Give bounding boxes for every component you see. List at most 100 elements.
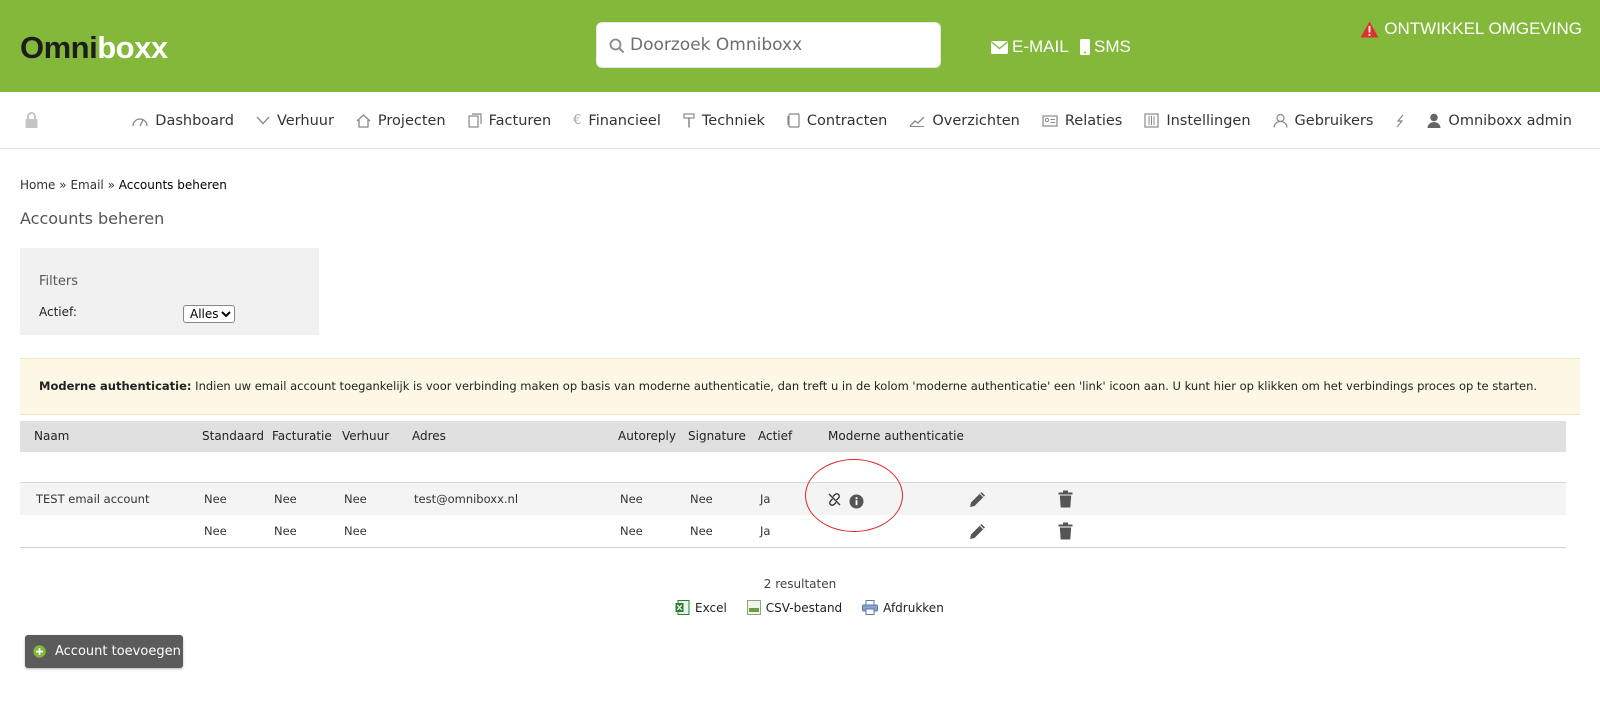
export-csv-link[interactable]: CSV-bestand bbox=[746, 600, 843, 615]
envelope-icon bbox=[991, 40, 1008, 54]
chevron-down-icon bbox=[256, 116, 270, 125]
breadcrumb: Home » Email » Accounts beheren bbox=[20, 178, 227, 192]
cell-verhuur: Nee bbox=[344, 524, 367, 538]
nav-label: Overzichten bbox=[932, 112, 1020, 129]
cell-standaard: Nee bbox=[204, 492, 227, 506]
euro-icon: € bbox=[573, 113, 582, 128]
nav-gebruikers[interactable]: Gebruikers bbox=[1272, 112, 1374, 129]
highlight-circle-annotation bbox=[805, 459, 903, 532]
export-excel-link[interactable]: Excel bbox=[675, 600, 727, 615]
pencil-edit-icon[interactable] bbox=[969, 522, 987, 540]
add-account-button[interactable]: Account toevoegen bbox=[25, 635, 183, 668]
nav-overzichten[interactable]: Overzichten bbox=[909, 112, 1020, 129]
table-row[interactable]: Nee Nee Nee Nee Nee Ja bbox=[20, 515, 1566, 548]
notice-text: Indien uw email account toegankelijk is … bbox=[191, 379, 1538, 393]
trend-icon bbox=[909, 115, 925, 127]
actief-filter-label: Actief: bbox=[39, 305, 77, 319]
column-header-moderne-authenticatie[interactable]: Moderne authenticatie bbox=[828, 421, 964, 452]
sliders-icon bbox=[1144, 113, 1159, 128]
nav-contracten[interactable]: Contracten bbox=[787, 112, 888, 129]
logo-part-dark: Omni bbox=[20, 30, 98, 65]
id-card-icon bbox=[1042, 114, 1058, 127]
trash-icon[interactable] bbox=[1058, 522, 1073, 540]
search-input[interactable] bbox=[630, 31, 930, 59]
export-options: Excel CSV-bestand Afdrukken bbox=[675, 600, 944, 615]
nav-facturen[interactable]: Facturen bbox=[468, 113, 551, 129]
export-csv-label: CSV-bestand bbox=[765, 600, 843, 615]
omniboxx-logo[interactable]: Omniboxx bbox=[20, 30, 168, 66]
actief-filter-select[interactable]: Alles bbox=[183, 305, 235, 323]
column-header-facturatie[interactable]: Facturatie bbox=[272, 421, 332, 452]
contract-icon bbox=[787, 113, 800, 128]
cell-naam: TEST email account bbox=[36, 492, 150, 506]
search-icon bbox=[609, 38, 625, 54]
breadcrumb-current: Accounts beheren bbox=[118, 178, 227, 192]
user-outline-icon bbox=[1272, 113, 1288, 128]
cell-facturatie: Nee bbox=[274, 492, 297, 506]
results-count: 2 resultaten bbox=[763, 577, 837, 591]
nav-financieel[interactable]: € Financieel bbox=[573, 113, 661, 129]
filters-title: Filters bbox=[39, 274, 78, 289]
nav-instellingen[interactable]: Instellingen bbox=[1144, 112, 1251, 129]
page-title: Accounts beheren bbox=[20, 209, 165, 228]
nav-label: Instellingen bbox=[1166, 112, 1251, 129]
documents-icon bbox=[468, 113, 482, 128]
breadcrumb-separator: » bbox=[107, 178, 115, 192]
table-row[interactable]: TEST email account Nee Nee Nee test@omni… bbox=[20, 482, 1566, 515]
column-header-standaard[interactable]: Standaard bbox=[202, 421, 264, 452]
nav-label: Dashboard bbox=[155, 112, 234, 129]
filters-panel: Filters Actief: Alles bbox=[20, 248, 319, 335]
breadcrumb-email[interactable]: Email bbox=[70, 178, 103, 192]
modern-auth-notice: Moderne authenticatie: Indien uw email a… bbox=[20, 358, 1580, 415]
sms-link[interactable]: SMS bbox=[1080, 37, 1131, 57]
breadcrumb-separator: » bbox=[59, 178, 67, 192]
hammer-icon bbox=[683, 113, 695, 128]
search-box[interactable] bbox=[596, 22, 941, 68]
cell-autoreply: Nee bbox=[620, 524, 643, 538]
nav-projecten[interactable]: Projecten bbox=[356, 113, 446, 129]
cell-signature: Nee bbox=[690, 492, 713, 506]
print-label: Afdrukken bbox=[883, 600, 944, 615]
mobile-phone-icon bbox=[1080, 39, 1090, 55]
cell-signature: Nee bbox=[690, 524, 713, 538]
excel-file-icon bbox=[675, 600, 690, 615]
email-label: E-MAIL bbox=[1012, 37, 1069, 56]
trash-icon[interactable] bbox=[1058, 490, 1073, 508]
export-excel-label: Excel bbox=[695, 600, 727, 615]
home-icon bbox=[356, 113, 371, 128]
lock-icon[interactable] bbox=[25, 112, 38, 128]
cell-verhuur: Nee bbox=[344, 492, 367, 506]
email-link[interactable]: E-MAIL bbox=[991, 37, 1069, 57]
cell-standaard: Nee bbox=[204, 524, 227, 538]
pencil-edit-icon[interactable] bbox=[969, 490, 987, 508]
plus-circle-icon bbox=[33, 645, 46, 658]
nav-label: Relaties bbox=[1064, 112, 1123, 129]
breadcrumb-home[interactable]: Home bbox=[20, 178, 55, 192]
nav-dashboard[interactable]: Dashboard bbox=[132, 113, 234, 129]
user-icon bbox=[1427, 113, 1441, 128]
print-link[interactable]: Afdrukken bbox=[862, 600, 944, 615]
nav-lightning[interactable] bbox=[1395, 114, 1405, 128]
main-navigation: Dashboard Verhuur Projecten Facturen € F… bbox=[0, 92, 1600, 149]
nav-label: Omniboxx admin bbox=[1448, 112, 1572, 129]
nav-user-menu[interactable]: Omniboxx admin bbox=[1427, 113, 1572, 129]
cell-adres: test@omniboxx.nl bbox=[414, 492, 519, 506]
nav-label: Techniek bbox=[701, 112, 765, 129]
cell-actief: Ja bbox=[760, 492, 771, 506]
nav-label: Gebruikers bbox=[1294, 112, 1374, 129]
table-header: Naam Standaard Facturatie Verhuur Adres … bbox=[20, 421, 1566, 452]
environment-warning-label: ONTWIKKEL OMGEVING bbox=[1384, 19, 1582, 38]
column-header-verhuur[interactable]: Verhuur bbox=[342, 421, 389, 452]
column-header-adres[interactable]: Adres bbox=[412, 421, 446, 452]
column-header-signature[interactable]: Signature bbox=[688, 421, 746, 452]
warning-triangle-icon bbox=[1360, 21, 1379, 37]
column-header-actief[interactable]: Actief bbox=[758, 421, 792, 452]
nav-label: Contracten bbox=[806, 112, 888, 129]
nav-label: Financieel bbox=[588, 112, 661, 129]
nav-verhuur[interactable]: Verhuur bbox=[256, 113, 334, 129]
nav-relaties[interactable]: Relaties bbox=[1042, 113, 1122, 129]
column-header-autoreply[interactable]: Autoreply bbox=[618, 421, 676, 452]
nav-techniek[interactable]: Techniek bbox=[683, 113, 765, 129]
add-account-label: Account toevoegen bbox=[55, 644, 181, 659]
column-header-naam[interactable]: Naam bbox=[34, 421, 69, 452]
